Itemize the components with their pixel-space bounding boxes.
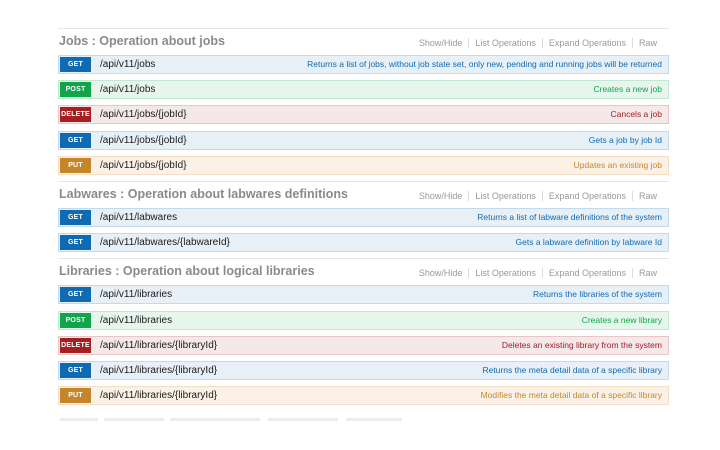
operation-row[interactable]: GET /api/v11/libraries/{libraryId} Retur…	[58, 360, 669, 380]
operation-summary[interactable]: Gets a labware definition by labware Id	[516, 237, 662, 247]
raw-link[interactable]: Raw	[633, 191, 663, 201]
list-operations-link[interactable]: List Operations	[469, 191, 542, 201]
endpoint-path[interactable]: /api/v11/jobs/{jobId}	[100, 109, 187, 120]
endpoint-path[interactable]: /api/v11/libraries/{libraryId}	[100, 390, 217, 401]
section-header: Libraries : Operation about logical libr…	[58, 259, 669, 285]
operation-summary[interactable]: Updates an existing job	[574, 160, 662, 170]
show-hide-link[interactable]: Show/Hide	[413, 38, 469, 48]
operation-summary[interactable]: Gets a job by job Id	[589, 135, 662, 145]
operation-summary[interactable]: Deletes an existing library from the sys…	[502, 340, 662, 350]
section-title[interactable]: Jobs : Operation about jobs	[59, 34, 225, 48]
endpoint-path[interactable]: /api/v11/libraries/{libraryId}	[100, 365, 217, 376]
http-method-badge[interactable]: GET	[60, 132, 91, 148]
section-labwares: Labwares : Operation about labwares defi…	[58, 180, 669, 253]
endpoint-path[interactable]: /api/v11/libraries	[100, 289, 172, 300]
operation-row[interactable]: GET /api/v11/jobs Returns a list of jobs…	[58, 55, 669, 74]
cropped-text-fragment	[346, 418, 402, 421]
list-operations-link[interactable]: List Operations	[469, 268, 542, 278]
endpoint-path[interactable]: /api/v11/jobs/{jobId}	[100, 135, 187, 146]
operation-summary[interactable]: Returns a list of jobs, without job stat…	[307, 59, 662, 69]
cropped-next-section	[58, 418, 669, 424]
http-method-badge[interactable]: PUT	[60, 157, 91, 173]
endpoint-path[interactable]: /api/v11/jobs/{jobId}	[100, 160, 187, 171]
endpoint-path[interactable]: /api/v11/libraries	[100, 315, 172, 326]
section-header: Jobs : Operation about jobs Show/Hide Li…	[58, 29, 669, 55]
http-method-badge[interactable]: GET	[60, 362, 91, 378]
section-header: Labwares : Operation about labwares defi…	[58, 182, 669, 208]
operation-summary[interactable]: Creates a new library	[582, 315, 662, 325]
http-method-badge[interactable]: DELETE	[60, 337, 91, 353]
http-method-badge[interactable]: DELETE	[60, 107, 91, 123]
section-actions: Show/Hide List Operations Expand Operati…	[413, 268, 663, 279]
operation-row[interactable]: PUT /api/v11/jobs/{jobId} Updates an exi…	[58, 155, 669, 175]
http-method-badge[interactable]: GET	[60, 287, 91, 303]
endpoint-path[interactable]: /api/v11/jobs	[100, 59, 155, 70]
section-actions: Show/Hide List Operations Expand Operati…	[413, 38, 663, 48]
raw-link[interactable]: Raw	[633, 38, 663, 48]
http-method-badge[interactable]: GET	[60, 209, 91, 225]
cropped-text-fragment	[170, 418, 260, 421]
http-method-badge[interactable]: POST	[60, 82, 91, 98]
list-operations-link[interactable]: List Operations	[469, 38, 542, 48]
http-method-badge[interactable]: GET	[60, 57, 91, 72]
show-hide-link[interactable]: Show/Hide	[413, 268, 469, 278]
section-title[interactable]: Libraries : Operation about logical libr…	[59, 264, 315, 278]
operation-summary[interactable]: Modifies the meta detail data of a speci…	[481, 390, 662, 400]
operation-row[interactable]: POST /api/v11/jobs Creates a new job	[58, 80, 669, 100]
operation-summary[interactable]: Creates a new job	[593, 84, 662, 94]
operation-summary[interactable]: Returns a list of labware definitions of…	[477, 212, 662, 222]
cropped-text-fragment	[104, 418, 164, 421]
section-jobs: Jobs : Operation about jobs Show/Hide Li…	[58, 28, 669, 175]
operation-row[interactable]: GET /api/v11/labwares/{labwareId} Gets a…	[58, 233, 669, 253]
expand-operations-link[interactable]: Expand Operations	[543, 268, 632, 278]
operation-summary[interactable]: Returns the meta detail data of a specif…	[482, 365, 662, 375]
section-title[interactable]: Labwares : Operation about labwares defi…	[59, 187, 348, 201]
cropped-text-fragment	[268, 418, 338, 421]
operation-row[interactable]: DELETE /api/v11/libraries/{libraryId} De…	[58, 335, 669, 355]
operation-summary[interactable]: Returns the libraries of the system	[533, 289, 662, 299]
operation-row[interactable]: DELETE /api/v11/jobs/{jobId} Cancels a j…	[58, 105, 669, 125]
section-actions: Show/Hide List Operations Expand Operati…	[413, 190, 663, 201]
http-method-badge[interactable]: PUT	[60, 388, 91, 404]
operation-row[interactable]: PUT /api/v11/libraries/{libraryId} Modif…	[58, 386, 669, 406]
operation-row[interactable]: GET /api/v11/jobs/{jobId} Gets a job by …	[58, 130, 669, 150]
operation-row[interactable]: POST /api/v11/libraries Creates a new li…	[58, 310, 669, 330]
http-method-badge[interactable]: POST	[60, 312, 91, 328]
api-operations-list: Jobs : Operation about jobs Show/Hide Li…	[58, 28, 669, 411]
show-hide-link[interactable]: Show/Hide	[413, 191, 469, 201]
expand-operations-link[interactable]: Expand Operations	[543, 191, 632, 201]
operation-row[interactable]: GET /api/v11/labwares Returns a list of …	[58, 207, 669, 227]
expand-operations-link[interactable]: Expand Operations	[543, 38, 632, 48]
cropped-text-fragment	[60, 418, 98, 421]
endpoint-path[interactable]: /api/v11/jobs	[100, 84, 155, 95]
section-libraries: Libraries : Operation about logical libr…	[58, 258, 669, 406]
endpoint-path[interactable]: /api/v11/libraries/{libraryId}	[100, 340, 217, 351]
operation-row[interactable]: GET /api/v11/libraries Returns the libra…	[58, 285, 669, 305]
operation-summary[interactable]: Cancels a job	[610, 109, 662, 119]
http-method-badge[interactable]: GET	[60, 235, 91, 251]
endpoint-path[interactable]: /api/v11/labwares/{labwareId}	[100, 237, 230, 248]
raw-link[interactable]: Raw	[633, 268, 663, 278]
endpoint-path[interactable]: /api/v11/labwares	[100, 212, 177, 223]
